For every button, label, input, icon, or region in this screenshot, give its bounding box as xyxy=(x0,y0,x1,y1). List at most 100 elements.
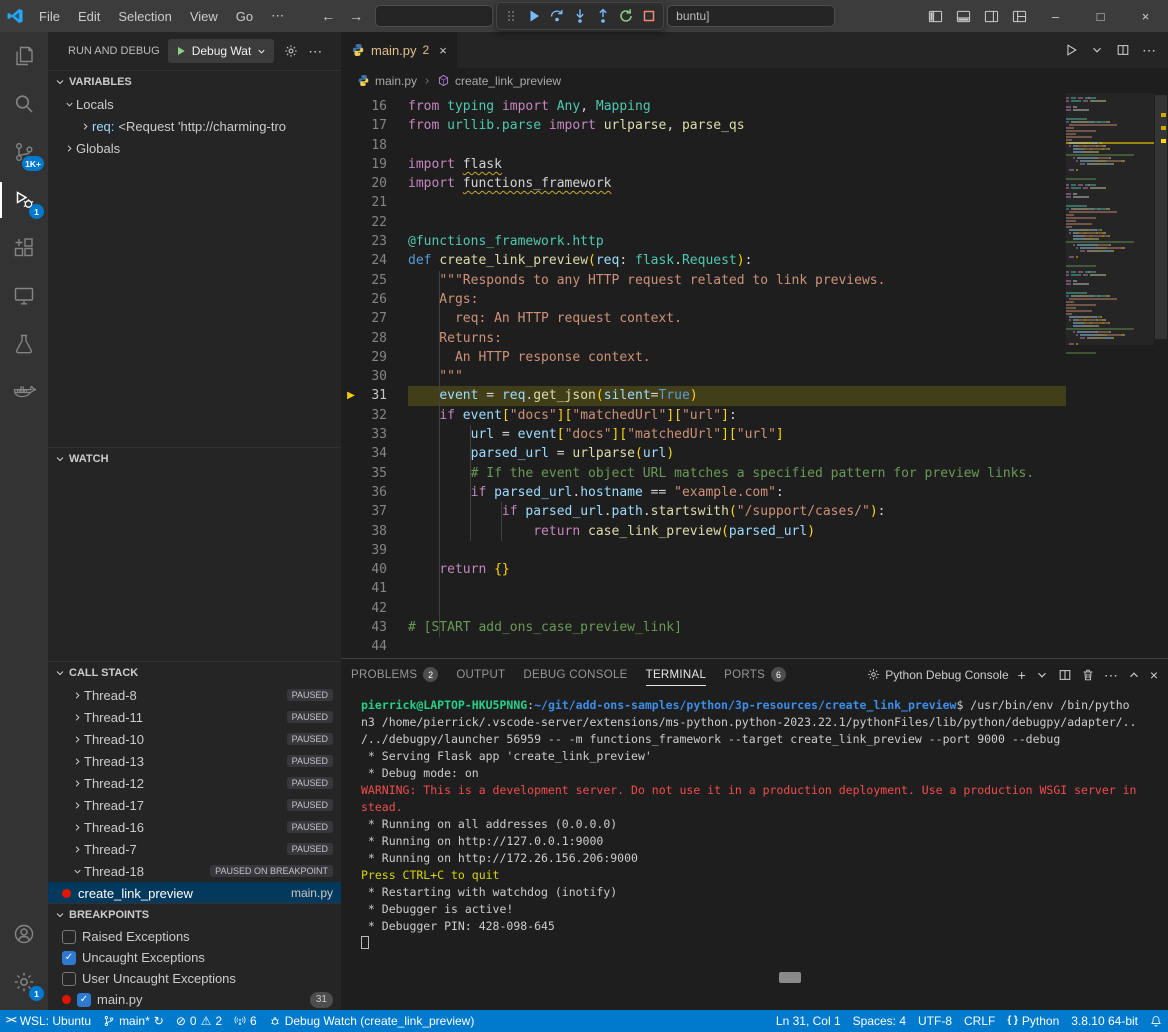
breakpoint-gutter[interactable] xyxy=(343,483,359,502)
call-stack-section-header[interactable]: CALL STACK xyxy=(48,662,341,684)
call-stack-thread[interactable]: Thread-17 PAUSED xyxy=(48,794,341,816)
breakpoint-gutter[interactable] xyxy=(343,560,359,579)
breakpoint-checkbox[interactable]: ✓ xyxy=(62,951,76,965)
chevron-down-button[interactable] xyxy=(1035,668,1049,682)
activity-testing[interactable] xyxy=(0,320,48,368)
activity-search[interactable] xyxy=(0,80,48,128)
variable-row[interactable]: req: <Request 'http://charming-tro xyxy=(48,115,341,137)
code-line-19[interactable]: 19 import flask xyxy=(341,155,1066,174)
panel-tab-terminal[interactable]: TERMINAL xyxy=(646,659,707,690)
code-line-44[interactable]: 44 xyxy=(341,637,1066,656)
panel-tab-output[interactable]: OUTPUT xyxy=(456,659,505,690)
split-editor-button[interactable] xyxy=(1116,43,1130,57)
status-git-branch[interactable]: main*↻ xyxy=(97,1010,170,1032)
code-editor[interactable]: 16 from typing import Any, Mapping 17 fr… xyxy=(341,93,1168,658)
tab-main-py[interactable]: main.py 2 × xyxy=(341,32,458,68)
layout-secondary-button[interactable] xyxy=(977,0,1005,32)
breakpoint-row[interactable]: User Uncaught Exceptions xyxy=(48,968,341,989)
panel-tab-debug-console[interactable]: DEBUG CONSOLE xyxy=(523,659,627,690)
breakpoint-row[interactable]: ✓ main.py 31 xyxy=(48,989,341,1010)
code-line-31[interactable]: ▶ 31 event = req.get_json(silent=True) xyxy=(341,386,1066,405)
code-line-38[interactable]: 38 return case_link_preview(parsed_url) xyxy=(341,522,1066,541)
code-line-28[interactable]: 28 Returns: xyxy=(341,329,1066,348)
menu-view[interactable]: View xyxy=(181,9,227,24)
status-cursor-position[interactable]: Ln 31, Col 1 xyxy=(770,1010,847,1032)
breakpoint-gutter[interactable] xyxy=(343,522,359,541)
scrollbar-thumb[interactable] xyxy=(779,972,801,983)
status-encoding[interactable]: UTF-8 xyxy=(912,1010,958,1032)
activity-settings[interactable]: 1 xyxy=(0,958,48,1006)
call-stack-thread[interactable]: Thread-10 PAUSED xyxy=(48,728,341,750)
breakpoint-gutter[interactable] xyxy=(343,213,359,232)
breakpoint-row[interactable]: ✓ Uncaught Exceptions xyxy=(48,947,341,968)
watch-section-header[interactable]: WATCH xyxy=(48,448,341,470)
breakpoint-gutter[interactable] xyxy=(343,464,359,483)
layout-panel-button[interactable] xyxy=(949,0,977,32)
breakpoint-gutter[interactable] xyxy=(343,348,359,367)
command-center[interactable] xyxy=(375,5,493,27)
code-line-30[interactable]: 30 """ xyxy=(341,367,1066,386)
continue-button[interactable] xyxy=(526,8,542,24)
code-line-43[interactable]: 43 # [START add_ons_case_preview_link] xyxy=(341,618,1066,637)
breakpoint-gutter[interactable] xyxy=(343,251,359,270)
activity-remote-explorer[interactable] xyxy=(0,272,48,320)
minimize-button[interactable]: – xyxy=(1033,0,1078,32)
split-editor-button[interactable] xyxy=(1058,668,1072,682)
minimap[interactable] xyxy=(1066,93,1154,658)
arrow-right-icon[interactable]: → xyxy=(349,9,363,23)
breakpoint-gutter[interactable] xyxy=(343,232,359,251)
status-remote-indicator[interactable]: ><WSL: Ubuntu xyxy=(0,1010,97,1032)
code-line-29[interactable]: 29 An HTTP response context. xyxy=(341,348,1066,367)
menu-file[interactable]: File xyxy=(30,9,69,24)
code-line-21[interactable]: 21 xyxy=(341,193,1066,212)
call-stack-thread[interactable]: Thread-11 PAUSED xyxy=(48,706,341,728)
terminal[interactable]: pierrick@LAPTOP-HKU5PNNG:~/git/add-ons-s… xyxy=(341,690,1168,1010)
code-line-41[interactable]: 41 xyxy=(341,579,1066,598)
call-stack-thread[interactable]: Thread-16 PAUSED xyxy=(48,816,341,838)
status-notifications[interactable] xyxy=(1144,1010,1168,1032)
step-out-button[interactable] xyxy=(595,8,611,24)
breakpoint-gutter[interactable] xyxy=(343,444,359,463)
code-line-22[interactable]: 22 xyxy=(341,213,1066,232)
status-indentation[interactable]: Spaces: 4 xyxy=(847,1010,912,1032)
code-line-34[interactable]: 34 parsed_url = urlparse(url) xyxy=(341,444,1066,463)
breakpoint-gutter[interactable] xyxy=(343,425,359,444)
activity-source-control[interactable]: 1K+ xyxy=(0,128,48,176)
code-line-25[interactable]: 25 """Responds to any HTTP request relat… xyxy=(341,271,1066,290)
code-line-35[interactable]: 35 # If the event object URL matches a s… xyxy=(341,464,1066,483)
close-button[interactable]: × xyxy=(1150,668,1158,682)
window-title[interactable]: buntu] xyxy=(667,5,835,27)
code-line-32[interactable]: 32 if event["docs"]["matchedUrl"]["url"]… xyxy=(341,406,1066,425)
more-icon[interactable]: ⋯ xyxy=(308,44,322,58)
chevron-down-icon[interactable] xyxy=(1090,43,1104,57)
code-line-16[interactable]: 16 from typing import Any, Mapping xyxy=(341,97,1066,116)
variable-row[interactable]: Locals xyxy=(48,93,341,115)
call-stack-thread[interactable]: Thread-12 PAUSED xyxy=(48,772,341,794)
more-button[interactable]: ⋯ xyxy=(1104,668,1118,682)
panel-tab-ports[interactable]: PORTS 6 xyxy=(724,659,786,690)
code-line-23[interactable]: 23 @functions_framework.http xyxy=(341,232,1066,251)
code-line-27[interactable]: 27 req: An HTTP request context. xyxy=(341,309,1066,328)
breakpoint-gutter[interactable] xyxy=(343,579,359,598)
plus-button[interactable]: + xyxy=(1018,668,1026,682)
breakpoints-section-header[interactable]: BREAKPOINTS xyxy=(48,904,341,926)
restart-button[interactable] xyxy=(618,8,634,24)
code-line-18[interactable]: 18 xyxy=(341,136,1066,155)
code-line-33[interactable]: 33 url = event["docs"]["matchedUrl"]["ur… xyxy=(341,425,1066,444)
debug-current-line-arrow[interactable]: ▶ xyxy=(343,386,359,405)
breakpoint-gutter[interactable] xyxy=(343,329,359,348)
breakpoint-gutter[interactable] xyxy=(343,174,359,193)
activity-accounts[interactable] xyxy=(0,910,48,958)
breakpoint-gutter[interactable] xyxy=(343,502,359,521)
panel-tab-problems[interactable]: PROBLEMS 2 xyxy=(351,659,438,690)
breadcrumb-file[interactable]: main.py xyxy=(357,74,417,88)
step-into-button[interactable] xyxy=(572,8,588,24)
breakpoint-gutter[interactable] xyxy=(343,116,359,135)
breakpoint-checkbox[interactable] xyxy=(62,972,76,986)
gear-icon[interactable] xyxy=(284,44,298,58)
step-over-button[interactable] xyxy=(549,8,565,24)
status-ports[interactable]: 6 xyxy=(228,1010,263,1032)
breakpoint-gutter[interactable] xyxy=(343,309,359,328)
layout-custom-button[interactable] xyxy=(1005,0,1033,32)
status-language[interactable]: { }Python xyxy=(1001,1010,1065,1032)
